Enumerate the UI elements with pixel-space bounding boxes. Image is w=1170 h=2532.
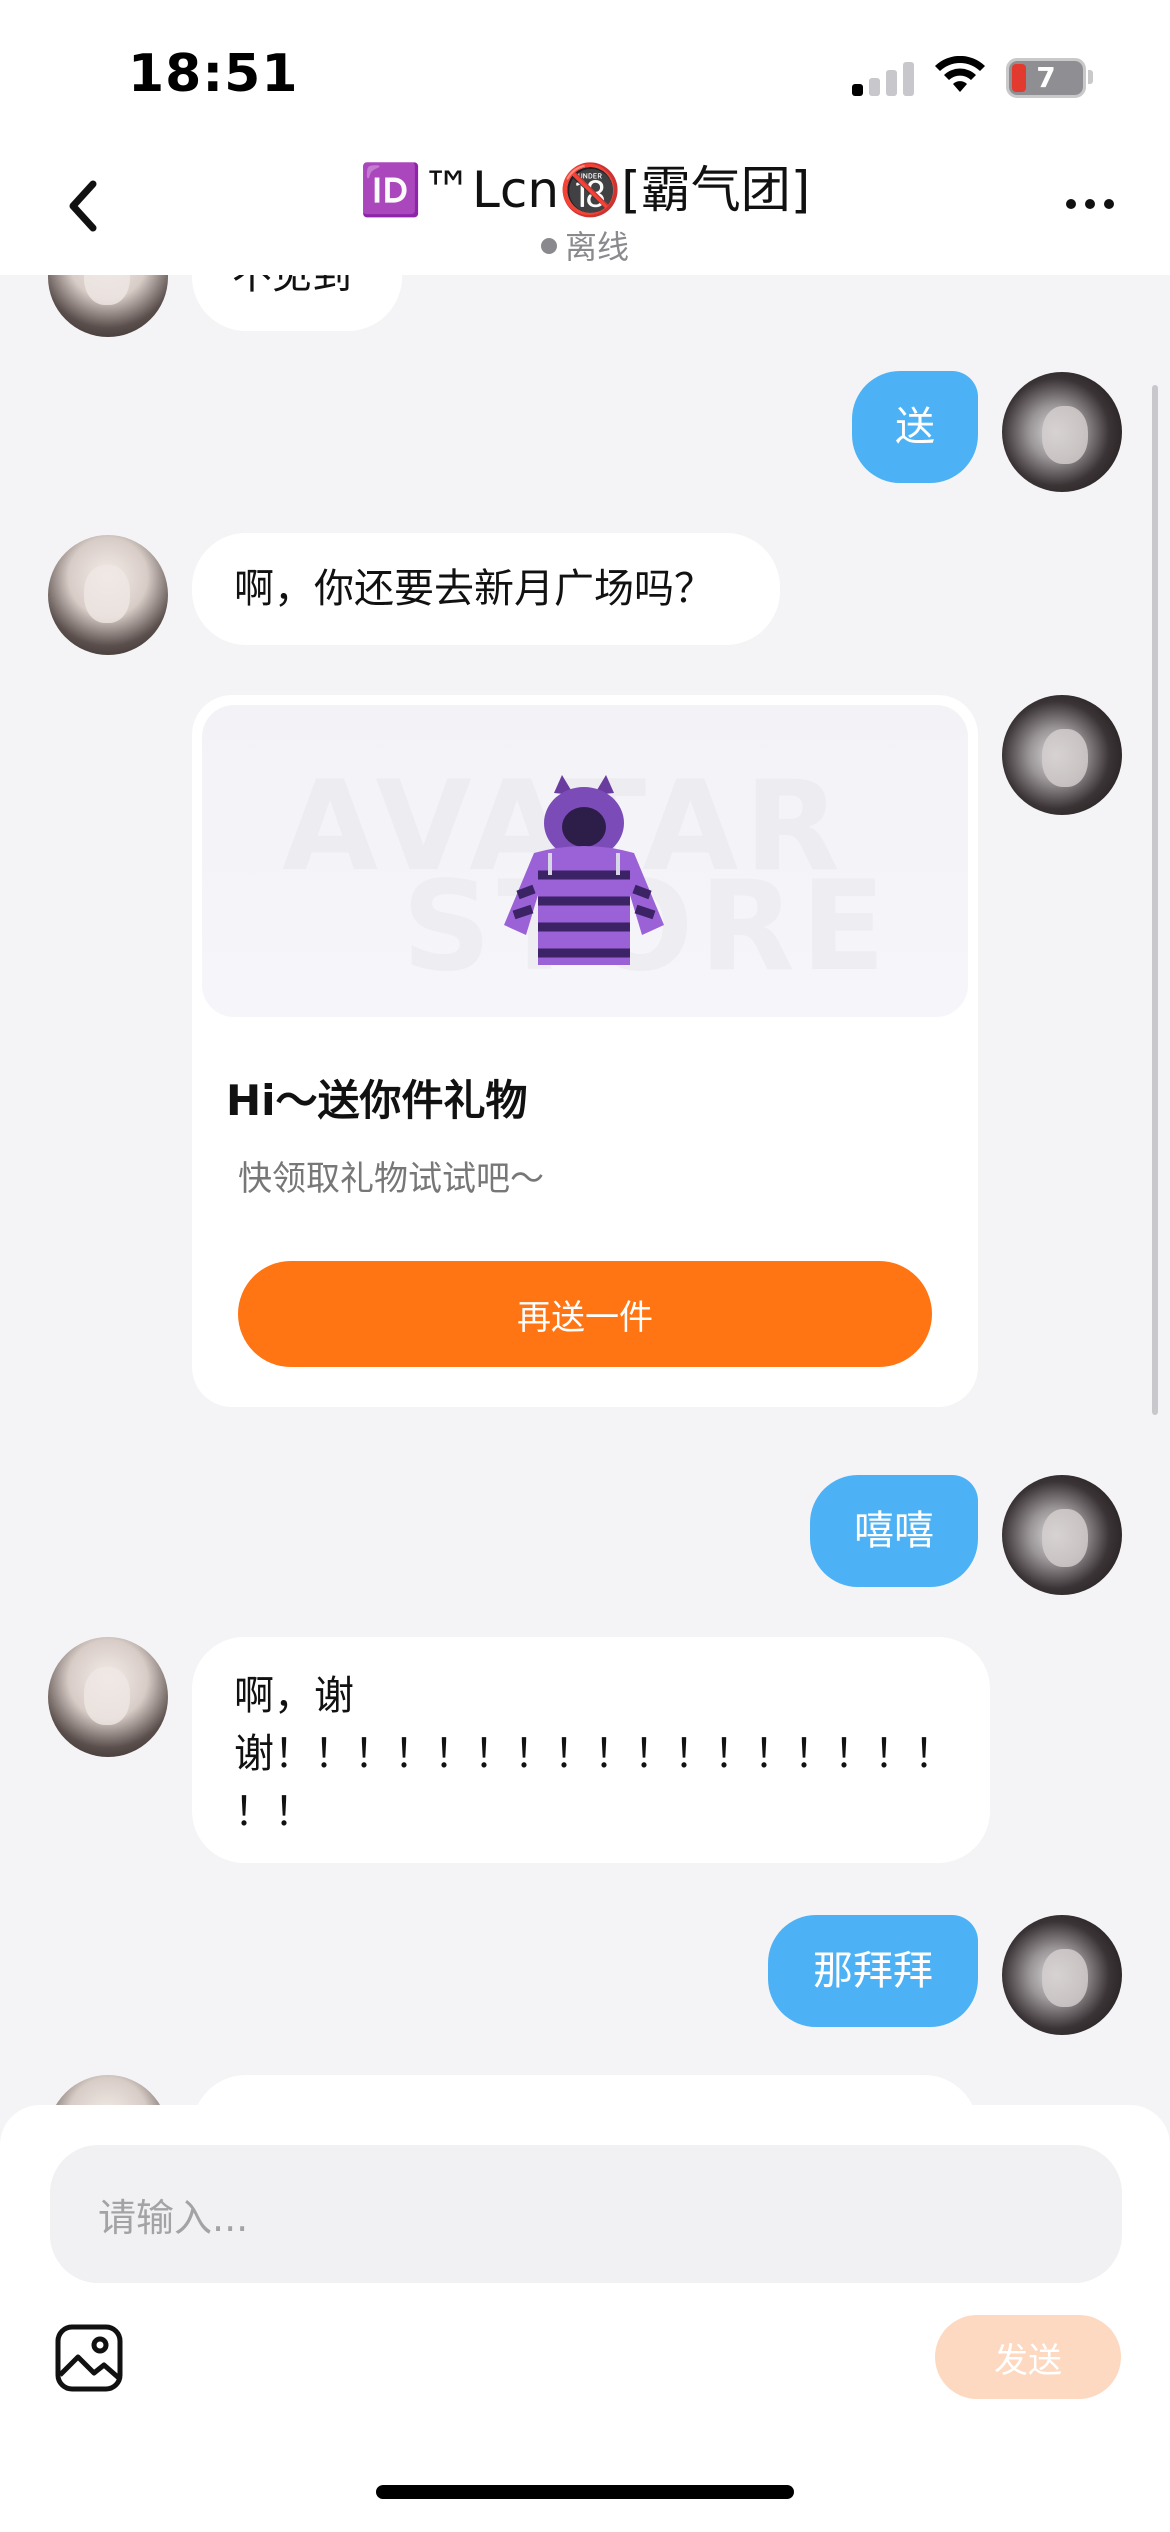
avatar-face: [1042, 1949, 1088, 2007]
message-input[interactable]: 请输入...: [50, 2145, 1122, 2283]
home-indicator[interactable]: [376, 2485, 794, 2499]
composer: 请输入... 发送: [0, 2105, 1170, 2532]
contact-avatar[interactable]: [48, 2075, 168, 2105]
message-line: ！！: [234, 1789, 314, 1835]
avatar-face: [84, 565, 130, 623]
contact-avatar[interactable]: [48, 1637, 168, 1757]
gift-subtitle: 快领取礼物试试吧～: [238, 1159, 544, 1199]
more-dot: [1104, 199, 1114, 209]
more-options-button[interactable]: [1050, 180, 1130, 228]
status-dot: [540, 238, 557, 254]
battery-icon: 7: [1006, 58, 1086, 98]
avatar-face: [1042, 1509, 1088, 1567]
wifi-icon: [935, 56, 985, 92]
my-avatar[interactable]: [1002, 1475, 1122, 1595]
message-bubble[interactable]: 嘻嘻: [810, 1475, 978, 1587]
message-bubble[interactable]: 不见到: [192, 275, 402, 331]
my-avatar[interactable]: [1002, 1915, 1122, 2035]
gift-title: Hi～送你件礼物: [226, 1076, 528, 1125]
more-dot: [1085, 199, 1095, 209]
contact-name: 🆔™Lcn🔞[霸气团]: [359, 161, 811, 219]
online-status: 离线: [0, 222, 1170, 268]
status-bar: 18:51 7: [0, 0, 1170, 140]
message-bubble[interactable]: 啊，谢 谢！！！！！！！！！！！！！！！！！ ！！: [192, 1637, 990, 1863]
my-avatar[interactable]: [1002, 695, 1122, 815]
avatar-face: [84, 275, 130, 305]
gift-card[interactable]: AVATAR STORE: [192, 695, 978, 1407]
scrollbar[interactable]: [1152, 385, 1158, 1415]
contact-avatar[interactable]: [48, 535, 168, 655]
message-bubble[interactable]: [192, 2075, 978, 2105]
send-button[interactable]: 发送: [935, 2315, 1121, 2399]
avatar-face: [84, 1667, 130, 1725]
status-time: 18:51: [128, 44, 299, 104]
message-bubble[interactable]: 啊，你还要去新月广场吗？: [192, 533, 780, 645]
chat-header: 🆔™Lcn🔞[霸气团] 离线: [0, 140, 1170, 275]
more-dot: [1066, 199, 1076, 209]
online-status-text: 离线: [564, 228, 629, 266]
avatar-face: [1042, 729, 1088, 787]
message-bubble[interactable]: 那拜拜: [768, 1915, 978, 2027]
hoodie-gift-icon: [504, 775, 664, 965]
contact-avatar[interactable]: [48, 275, 168, 337]
image-picker-icon[interactable]: [54, 2323, 124, 2393]
message-bubble[interactable]: 送: [852, 371, 978, 483]
battery-fill: [1012, 64, 1026, 92]
cellular-signal-icon: [852, 60, 914, 96]
battery-tip: [1088, 70, 1093, 84]
message-line: 谢！！！！！！！！！！！！！！！！！: [234, 1731, 954, 1777]
message-list[interactable]: 不见到 送 啊，你还要去新月广场吗？ AVATAR STORE: [0, 275, 1170, 2105]
send-another-gift-button[interactable]: 再送一件: [238, 1261, 932, 1367]
avatar-face: [1042, 406, 1088, 464]
message-line: 啊，谢: [234, 1673, 354, 1719]
gift-banner: AVATAR STORE: [202, 705, 968, 1017]
my-avatar[interactable]: [1002, 372, 1122, 492]
